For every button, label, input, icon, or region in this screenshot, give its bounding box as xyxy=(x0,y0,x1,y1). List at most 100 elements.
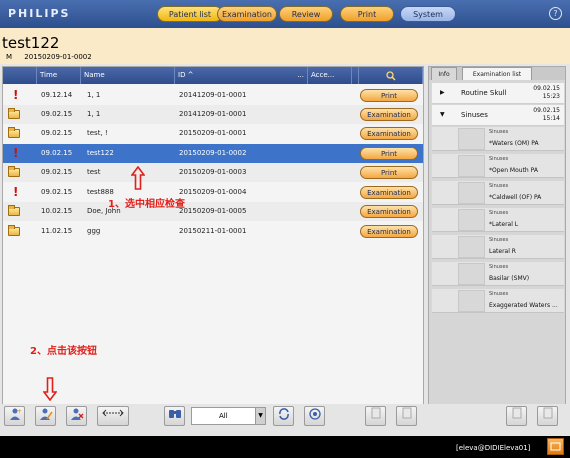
expand-right-icon[interactable]: ▶ xyxy=(440,89,445,96)
chevron-down-icon[interactable]: ▼ xyxy=(255,408,265,424)
header-time[interactable]: Time xyxy=(37,67,81,84)
tab-examination[interactable]: Examination xyxy=(217,6,277,22)
row-time: 09.02.15 xyxy=(41,129,73,137)
examination-button[interactable]: Examination xyxy=(360,108,418,121)
expand-down-icon[interactable]: ▼ xyxy=(440,111,445,118)
row-time: 09.12.14 xyxy=(41,91,73,99)
examination-button[interactable]: Examination xyxy=(360,186,418,199)
edit-patient-button[interactable] xyxy=(35,406,56,426)
annotation-step2: 2、点击该按钮 xyxy=(30,346,97,357)
transfer-button[interactable] xyxy=(97,406,129,426)
row-time: 09.02.15 xyxy=(41,188,73,196)
tab-examination-list[interactable]: Examination list xyxy=(462,67,532,80)
table-row[interactable]: 11.02.15 ggg 20150211-01-0001 Examinatio… xyxy=(3,222,423,241)
header-name[interactable]: Name xyxy=(81,67,175,84)
row-id: 20141209-01-0001 xyxy=(179,110,247,118)
table-row[interactable]: 10.02.15 Doe, John 20150209-01-0005 Exam… xyxy=(3,202,423,221)
row-id: 20150209-01-0001 xyxy=(179,129,247,137)
top-navigation-bar: PHILIPS Patient list Examination Review … xyxy=(0,0,570,28)
exam-group-routine-skull[interactable]: ▶ Routine Skull 09.02.15 15:23 xyxy=(432,83,564,104)
table-row[interactable]: 09.02.15 test 20150209-01-0003 Print xyxy=(3,163,423,182)
header-icon-column[interactable] xyxy=(3,67,37,84)
exam-item-label: *Open Mouth PA xyxy=(489,167,538,174)
tab-review[interactable]: Review xyxy=(279,6,333,22)
exam-item-group: Sinuses xyxy=(489,210,509,216)
table-row[interactable]: ! 09.02.15 test888 20150209-01-0004 Exam… xyxy=(3,183,423,202)
header-id[interactable]: ID ^ ... xyxy=(175,67,308,84)
exam-item[interactable]: Sinuses Basilar (SMV) xyxy=(432,262,564,286)
header-search[interactable] xyxy=(359,67,423,84)
philips-logo: PHILIPS xyxy=(8,7,71,20)
document-button-4[interactable] xyxy=(537,406,558,426)
document-icon xyxy=(512,407,521,419)
tab-print[interactable]: Print xyxy=(340,6,394,22)
user-menu-icon xyxy=(550,442,561,451)
folder-icon xyxy=(8,127,20,138)
header-dots-2[interactable] xyxy=(352,67,359,84)
print-button[interactable]: Print xyxy=(360,166,418,179)
document-button-3[interactable] xyxy=(506,406,527,426)
examination-button[interactable]: Examination xyxy=(360,205,418,218)
exam-item-label: Exaggerated Waters ... xyxy=(489,302,558,309)
exam-group-sinuses[interactable]: ▼ Sinuses 09.02.15 15:14 xyxy=(432,105,564,126)
exam-thumbnail xyxy=(458,263,485,285)
exam-thumbnail xyxy=(458,155,485,177)
print-button[interactable]: Print xyxy=(360,147,418,160)
row-id: 20150211-01-0001 xyxy=(179,227,247,235)
document-button-1[interactable] xyxy=(365,406,386,426)
user-menu-button[interactable] xyxy=(547,438,564,455)
exam-item[interactable]: Sinuses Exaggerated Waters ... xyxy=(432,289,564,313)
folder-icon xyxy=(8,108,20,119)
patient-sex: M xyxy=(6,53,13,61)
annotation-step1: 1、选中相应检查 xyxy=(108,199,185,210)
table-row[interactable]: ! 09.12.14 1, 1 20141209-01-0001 Print xyxy=(3,86,423,105)
exam-item[interactable]: Sinuses Lateral R xyxy=(432,235,564,259)
exclamation-icon: ! xyxy=(13,146,19,160)
delete-patient-button[interactable] xyxy=(66,406,87,426)
document-button-2[interactable] xyxy=(396,406,417,426)
table-row[interactable]: 09.02.15 test, ! 20150209-01-0001 Examin… xyxy=(3,124,423,143)
network-button[interactable] xyxy=(304,406,325,426)
exam-group-datetime: 09.02.15 15:14 xyxy=(533,107,560,123)
query-button[interactable] xyxy=(164,406,185,426)
edit-patient-icon xyxy=(39,408,53,420)
tab-system[interactable]: System xyxy=(400,6,456,22)
folder-icon xyxy=(8,166,20,177)
examination-button[interactable]: Examination xyxy=(360,225,418,238)
header-name-label: Name xyxy=(84,71,105,79)
exam-item[interactable]: Sinuses *Waters (OM) PA xyxy=(432,127,564,151)
patient-info-line: M 20150209-01-0002 xyxy=(6,53,102,61)
document-icon xyxy=(543,407,552,419)
filter-dropdown[interactable]: All ▼ xyxy=(191,407,266,425)
header-accession[interactable]: Acce... xyxy=(308,67,352,84)
add-patient-icon: + xyxy=(9,408,22,420)
row-name: test122 xyxy=(87,149,114,157)
filter-value: All xyxy=(219,412,228,420)
exam-item-label: Basilar (SMV) xyxy=(489,275,530,282)
table-row-selected[interactable]: ! 09.02.15 test122 20150209-01-0002 Prin… xyxy=(3,144,423,163)
right-panel-tabs: Info Examination list xyxy=(429,67,565,80)
exam-item[interactable]: Sinuses *Lateral L xyxy=(432,208,564,232)
exam-item-label: Lateral R xyxy=(489,248,516,255)
exam-item-label: *Lateral L xyxy=(489,221,519,228)
help-icon[interactable]: ? xyxy=(549,7,562,20)
exam-group-time: 15:14 xyxy=(542,115,560,122)
exam-item[interactable]: Sinuses *Open Mouth PA xyxy=(432,154,564,178)
exam-item-group: Sinuses xyxy=(489,237,509,243)
examination-button[interactable]: Examination xyxy=(360,127,418,140)
exam-item-label: *Waters (OM) PA xyxy=(489,140,539,147)
row-time: 09.02.15 xyxy=(41,168,73,176)
delete-patient-icon xyxy=(70,408,83,420)
refresh-button[interactable] xyxy=(273,406,294,426)
annotation-arrow-down xyxy=(43,377,57,401)
tab-patient-list[interactable]: Patient list xyxy=(157,6,223,22)
exam-item-label: *Caldwell (OF) PA xyxy=(489,194,542,201)
print-button[interactable]: Print xyxy=(360,89,418,102)
header-id-dots: ... xyxy=(297,71,304,79)
new-patient-button[interactable]: + xyxy=(4,406,25,426)
tab-info[interactable]: Info xyxy=(431,67,457,80)
patient-id: 20150209-01-0002 xyxy=(24,53,92,61)
exam-item[interactable]: Sinuses *Caldwell (OF) PA xyxy=(432,181,564,205)
folder-icon xyxy=(8,205,20,216)
table-row[interactable]: 09.02.15 1, 1 20141209-01-0001 Examinati… xyxy=(3,105,423,124)
